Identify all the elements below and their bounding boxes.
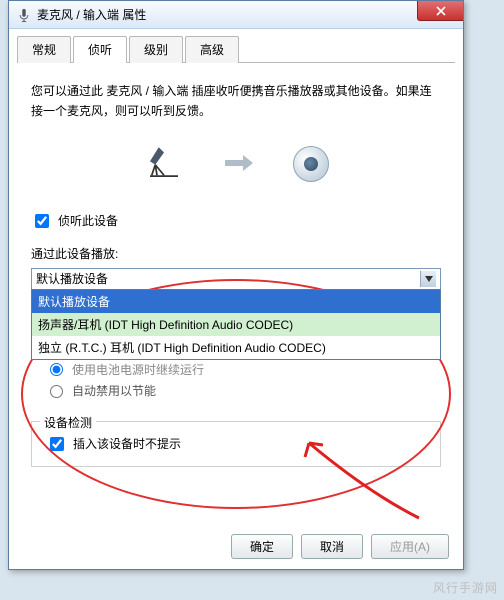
- combo-dropdown-list: 默认播放设备 扬声器/耳机 (IDT High Definition Audio…: [31, 289, 441, 360]
- radio-autodisable[interactable]: [50, 385, 63, 398]
- description-text: 您可以通过此 麦克风 / 输入端 插座收听便携音乐播放器或其他设备。如果连接一个…: [31, 81, 441, 122]
- noprompt-label: 插入该设备时不提示: [73, 435, 181, 452]
- radio-continue[interactable]: [50, 363, 63, 376]
- speaker-illustration: [293, 146, 329, 182]
- device-detect-group: 设备检测 插入该设备时不提示: [31, 421, 441, 467]
- watermark-text: 风行手游网: [433, 579, 498, 596]
- close-button[interactable]: [417, 1, 463, 21]
- radio-continue-row: 使用电池电源时继续运行: [45, 360, 441, 376]
- combo-option-default[interactable]: 默认播放设备: [32, 290, 440, 313]
- playback-device-combo[interactable]: 默认播放设备 默认播放设备 扬声器/耳机 (IDT High Definitio…: [31, 268, 441, 290]
- cancel-button[interactable]: 取消: [301, 534, 363, 559]
- microphone-icon: [17, 8, 31, 22]
- combo-option-speakers[interactable]: 扬声器/耳机 (IDT High Definition Audio CODEC): [32, 313, 440, 336]
- radio-autodisable-label: 自动禁用以节能: [72, 382, 156, 399]
- close-icon: [436, 6, 446, 16]
- tab-advanced[interactable]: 高级: [185, 36, 239, 63]
- window-title: 麦克风 / 输入端 属性: [37, 6, 146, 23]
- apply-button[interactable]: 应用(A): [371, 534, 449, 559]
- tab-content: 您可以通过此 麦克风 / 输入端 插座收听便携音乐播放器或其他设备。如果连接一个…: [9, 63, 463, 475]
- playback-through-label: 通过此设备播放:: [31, 245, 441, 262]
- combo-drop-button[interactable]: [420, 271, 436, 287]
- combo-option-rtc[interactable]: 独立 (R.T.C.) 耳机 (IDT High Definition Audi…: [32, 336, 440, 359]
- tabs: 常规 侦听 级别 高级: [17, 35, 455, 63]
- listen-checkbox-label: 侦听此设备: [58, 212, 118, 229]
- noprompt-checkbox[interactable]: [50, 437, 64, 451]
- listen-checkbox[interactable]: [35, 214, 49, 228]
- microphone-illustration: [143, 142, 185, 187]
- tabs-container: 常规 侦听 级别 高级: [9, 29, 463, 63]
- tab-levels[interactable]: 级别: [129, 36, 183, 63]
- chevron-down-icon: [425, 276, 433, 282]
- radio-continue-label: 使用电池电源时继续运行: [72, 363, 204, 375]
- dialog-buttons: 确定 取消 应用(A): [231, 534, 449, 559]
- radio-autodisable-row: 自动禁用以节能: [45, 382, 441, 399]
- titlebar[interactable]: 麦克风 / 输入端 属性: [9, 1, 463, 29]
- listen-checkbox-row: 侦听此设备: [31, 211, 441, 231]
- power-radio-group: 使用电池电源时继续运行 自动禁用以节能: [45, 360, 441, 399]
- tab-general[interactable]: 常规: [17, 36, 71, 63]
- ok-button[interactable]: 确定: [231, 534, 293, 559]
- device-detect-legend: 设备检测: [40, 414, 96, 431]
- tab-listen[interactable]: 侦听: [73, 36, 127, 63]
- arrow-icon: [225, 155, 253, 174]
- properties-window: 麦克风 / 输入端 属性 常规 侦听 级别 高级 您可以通过此 麦克风 / 输入…: [8, 0, 464, 570]
- noprompt-row: 插入该设备时不提示: [46, 434, 426, 454]
- illustration-row: [31, 142, 441, 187]
- combo-value: 默认播放设备: [36, 270, 108, 287]
